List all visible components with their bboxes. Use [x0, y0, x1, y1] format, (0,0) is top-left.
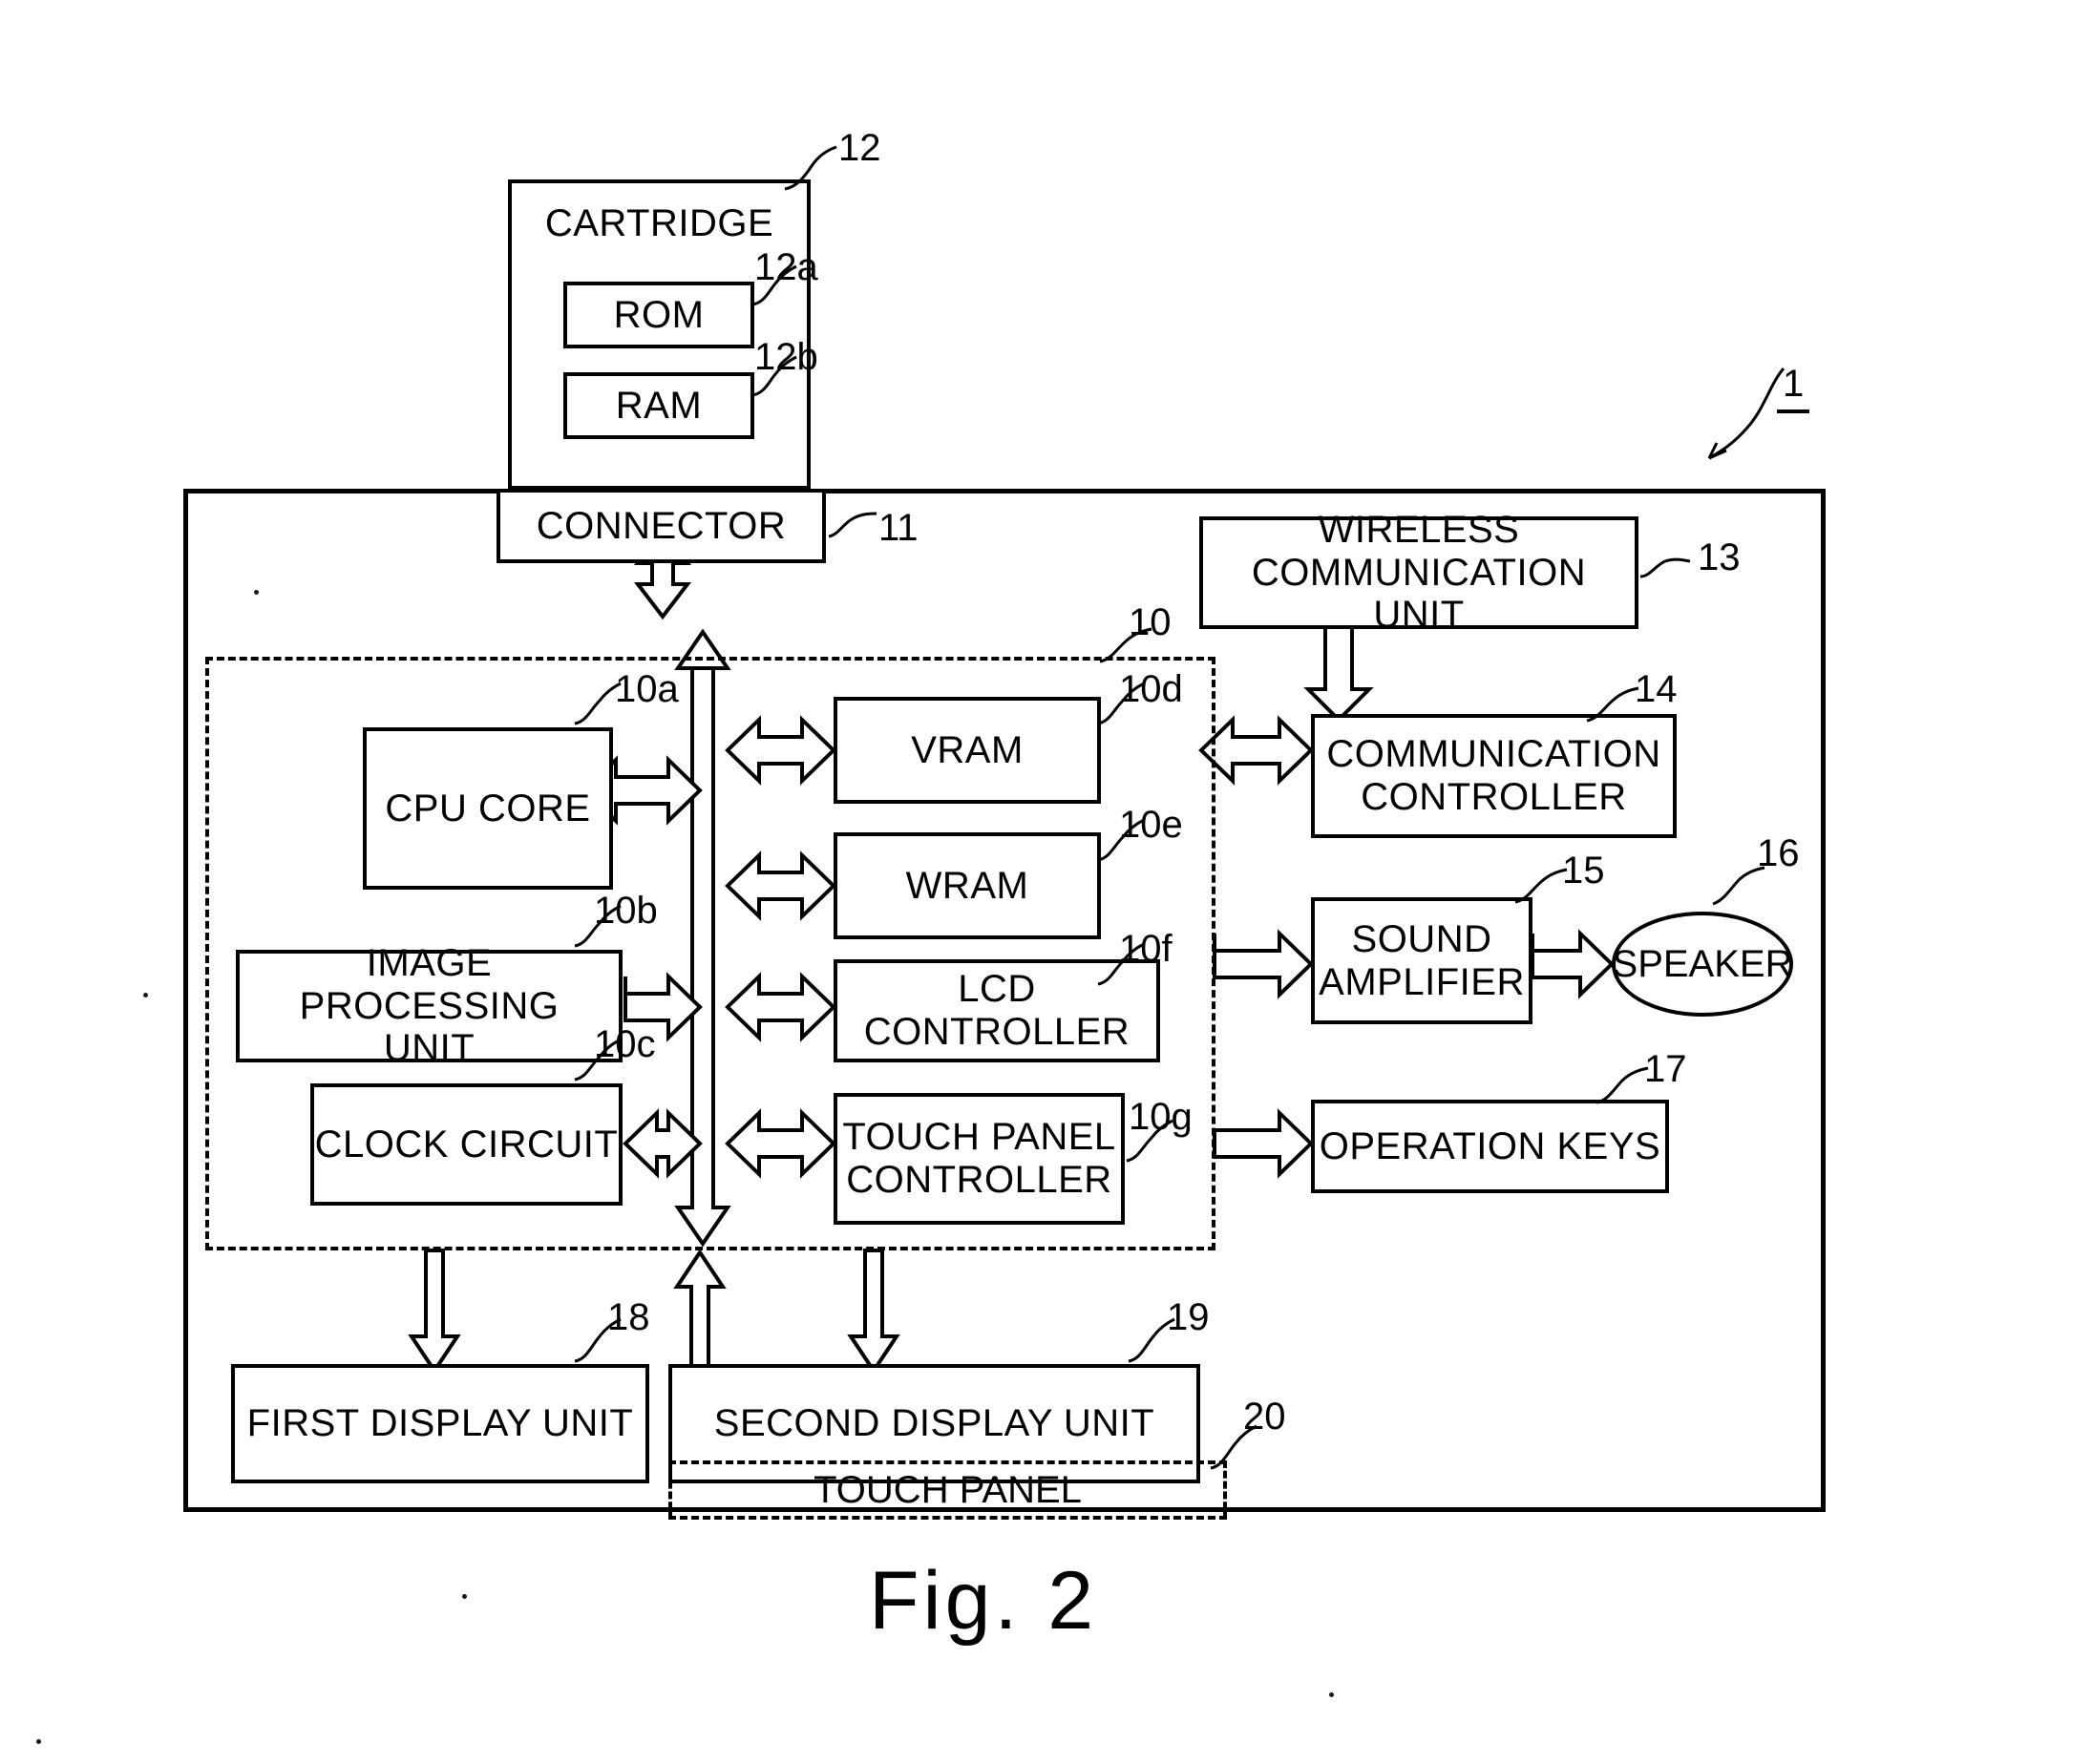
- ref-12b: 12b: [754, 336, 818, 378]
- scan-speck: [462, 1594, 467, 1599]
- communication-controller-block[interactable]: COMMUNICATION CONTROLLER: [1311, 714, 1677, 838]
- wram-label: WRAM: [905, 864, 1029, 907]
- scan-speck: [143, 993, 148, 998]
- image-processing-label-line2: UNIT: [383, 1027, 475, 1070]
- ram-block[interactable]: RAM: [563, 372, 754, 439]
- touch-panel-controller-label-line2: CONTROLLER: [846, 1159, 1112, 1201]
- clock-circuit-label: CLOCK CIRCUIT: [314, 1123, 619, 1166]
- ref-11: 11: [878, 507, 919, 549]
- touch-panel-controller-block[interactable]: TOUCH PANEL CONTROLLER: [834, 1093, 1125, 1225]
- image-processing-label-line1: IMAGE PROCESSING: [299, 941, 560, 1027]
- communication-controller-label-line1: COMMUNICATION: [1326, 733, 1661, 776]
- sound-amplifier-label-line2: AMPLIFIER: [1319, 960, 1525, 1003]
- ref-10b: 10b: [594, 890, 658, 932]
- ref-1-device: 1: [1777, 363, 1810, 413]
- ref-10c: 10c: [594, 1023, 656, 1065]
- touch-panel-label: TOUCH PANEL: [814, 1468, 1082, 1511]
- scan-speck: [1329, 1692, 1334, 1697]
- ram-label: RAM: [615, 384, 703, 427]
- wireless-communication-unit-block[interactable]: WIRELESS COMMUNICATION UNIT: [1199, 509, 1638, 636]
- ref-10g: 10g: [1129, 1096, 1193, 1138]
- ref-10f: 10f: [1119, 928, 1173, 970]
- first-display-unit-block[interactable]: FIRST DISPLAY UNIT: [231, 1364, 649, 1483]
- second-display-unit-label: SECOND DISPLAY UNIT: [713, 1402, 1155, 1445]
- sound-amplifier-block[interactable]: SOUND AMPLIFIER: [1311, 897, 1532, 1024]
- scan-speck: [254, 590, 259, 595]
- operation-keys-label: OPERATION KEYS: [1319, 1124, 1661, 1167]
- ref-17: 17: [1644, 1048, 1687, 1090]
- touch-panel-block[interactable]: TOUCH PANEL: [668, 1460, 1227, 1520]
- connector-block[interactable]: CONNECTOR: [497, 489, 826, 563]
- ref-20: 20: [1243, 1396, 1286, 1438]
- speaker-block[interactable]: SPEAKER: [1612, 912, 1793, 1017]
- rom-label: ROM: [613, 293, 705, 336]
- ref-16: 16: [1757, 832, 1800, 874]
- wram-block[interactable]: WRAM: [834, 832, 1101, 939]
- ref-18: 18: [607, 1296, 650, 1338]
- leader-13: [1639, 557, 1691, 578]
- operation-keys-block[interactable]: OPERATION KEYS: [1311, 1100, 1669, 1193]
- cpu-core-block[interactable]: CPU CORE: [363, 727, 613, 890]
- ref-10a: 10a: [615, 668, 679, 710]
- communication-controller-label-line2: CONTROLLER: [1361, 776, 1627, 818]
- wireless-unit-label-line1: WIRELESS: [1318, 508, 1520, 551]
- ref-12: 12: [838, 127, 881, 169]
- image-processing-unit-block[interactable]: IMAGE PROCESSING UNIT: [236, 942, 623, 1069]
- ref-19: 19: [1167, 1296, 1210, 1338]
- speaker-label: SPEAKER: [1612, 942, 1793, 985]
- vram-label: VRAM: [911, 728, 1024, 771]
- connector-label: CONNECTOR: [536, 504, 787, 547]
- rom-block[interactable]: ROM: [563, 282, 754, 348]
- ref-10e: 10e: [1119, 804, 1183, 846]
- vram-block[interactable]: VRAM: [834, 697, 1101, 804]
- leader-11: [828, 512, 877, 538]
- clock-circuit-block[interactable]: CLOCK CIRCUIT: [310, 1083, 623, 1206]
- sound-amplifier-label-line1: SOUND: [1351, 917, 1492, 960]
- first-display-unit-label: FIRST DISPLAY UNIT: [246, 1402, 634, 1445]
- touch-panel-controller-label-line1: TOUCH PANEL: [842, 1116, 1116, 1159]
- ref-14: 14: [1635, 668, 1678, 710]
- ref-10: 10: [1129, 601, 1172, 643]
- ref-15: 15: [1562, 850, 1605, 892]
- ref-12a: 12a: [754, 246, 818, 288]
- wireless-unit-label-line2: COMMUNICATION UNIT: [1251, 551, 1587, 637]
- scan-speck: [36, 1739, 41, 1744]
- cartridge-label: CARTRIDGE: [544, 202, 774, 244]
- patent-figure-page: CARTRIDGE ROM RAM CONNECTOR WIRELESS COM…: [0, 0, 2092, 1764]
- cpu-core-label: CPU CORE: [385, 787, 591, 830]
- ref-13: 13: [1698, 536, 1741, 578]
- figure-caption: Fig. 2: [869, 1555, 1098, 1647]
- ref-10d: 10d: [1119, 668, 1183, 710]
